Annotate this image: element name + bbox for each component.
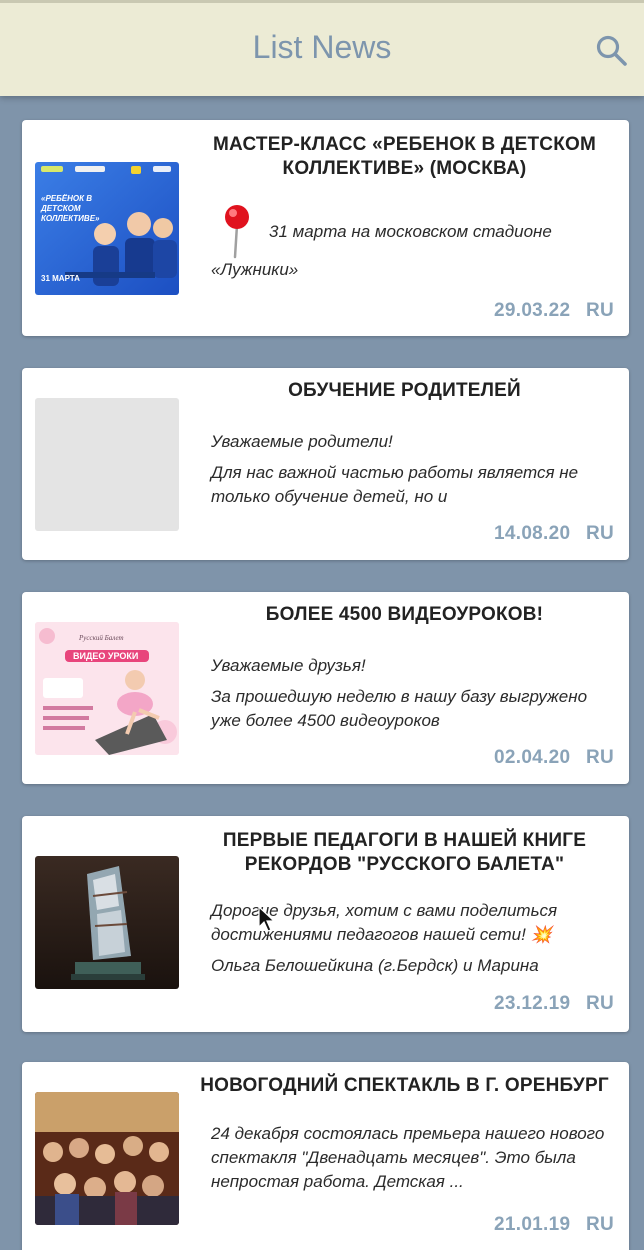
thumbnail-brand: Русский Балет <box>79 634 124 642</box>
news-excerpt: Уважаемые друзья! За прошедшую неделю в … <box>211 654 611 740</box>
news-excerpt: Уважаемые родители! Для нас важной часть… <box>211 430 611 516</box>
news-thumbnail <box>35 856 179 989</box>
search-button[interactable] <box>594 33 630 69</box>
news-language: RU <box>585 747 614 768</box>
news-date: 21.01.19 <box>494 1214 571 1235</box>
news-title: БОЛЕЕ 4500 ВИДЕОУРОКОВ! <box>265 604 544 625</box>
news-excerpt: 31 марта на московском стадионе <box>269 222 552 241</box>
news-language: RU <box>585 523 614 544</box>
news-title: МАСТЕР-КЛАСС «РЕБЕНОК В ДЕТСКОМ КОЛЛЕКТИ… <box>212 134 597 179</box>
news-card[interactable]: НОВОГОДНИЙ СПЕКТАКЛЬ В Г. ОРЕНБУРГ 24 де… <box>22 1062 629 1250</box>
page-title: List News <box>252 29 392 65</box>
news-greeting: Уважаемые друзья! <box>211 656 366 675</box>
news-language: RU <box>585 993 614 1014</box>
news-excerpt-continued: «Лужники» <box>211 260 299 279</box>
news-title: ПЕРВЫЕ ПЕДАГОГИ В НАШЕЙ КНИГЕ РЕКОРДОВ "… <box>222 830 587 875</box>
news-thumbnail: «РЕБЁНОК В ДЕТСКОМ КОЛЛЕКТИВЕ» 31 МАРТА <box>35 162 179 295</box>
news-meta: 14.08.20 RU <box>494 523 614 545</box>
news-language: RU <box>585 300 614 321</box>
thumbnail-caption: ВИДЕО УРОКИ <box>73 651 139 661</box>
news-date: 14.08.20 <box>494 523 571 544</box>
news-card[interactable]: ПЕРВЫЕ ПЕДАГОГИ В НАШЕЙ КНИГЕ РЕКОРДОВ "… <box>22 816 629 1032</box>
thumbnail-caption: «РЕБЁНОК В ДЕТСКОМ КОЛЛЕКТИВЕ» <box>41 194 100 223</box>
news-date: 23.12.19 <box>494 993 571 1014</box>
news-date: 29.03.22 <box>494 300 571 321</box>
thumbnail-date: 31 МАРТА <box>41 274 80 283</box>
news-meta: 23.12.19 RU <box>494 993 614 1015</box>
news-body: Для нас важной частью работы является не… <box>211 463 579 506</box>
news-thumbnail: Русский Балет ВИДЕО УРОКИ <box>35 622 179 755</box>
news-card[interactable]: ОБУЧЕНИЕ РОДИТЕЛЕЙ Уважаемые родители! Д… <box>22 368 629 560</box>
news-meta: 29.03.22 RU <box>494 300 614 322</box>
news-body-continued: Ольга Белошейкина (г.Бердск) и Марина <box>211 956 539 975</box>
app-bar: List News <box>0 0 644 96</box>
news-excerpt: Дорогие друзья, хотим с вами поделиться … <box>211 899 611 985</box>
news-title: НОВОГОДНИЙ СПЕКТАКЛЬ В Г. ОРЕНБУРГ <box>200 1075 609 1096</box>
news-body: 24 декабря состоялась премьера нашего но… <box>211 1124 605 1191</box>
news-list[interactable]: «РЕБЁНОК В ДЕТСКОМ КОЛЛЕКТИВЕ» 31 МАРТА … <box>0 96 644 1250</box>
news-excerpt: 24 декабря состоялась премьера нашего но… <box>211 1122 611 1201</box>
news-language: RU <box>585 1214 614 1235</box>
news-thumbnail-placeholder <box>35 398 179 531</box>
news-meta: 21.01.19 RU <box>494 1214 614 1236</box>
news-card[interactable]: Русский Балет ВИДЕО УРОКИ БОЛЕЕ 4500 ВИД… <box>22 592 629 784</box>
search-icon <box>596 35 627 66</box>
news-meta: 02.04.20 RU <box>494 747 614 769</box>
news-card[interactable]: «РЕБЁНОК В ДЕТСКОМ КОЛЛЕКТИВЕ» 31 МАРТА … <box>22 120 629 336</box>
news-date: 02.04.20 <box>494 747 571 768</box>
news-thumbnail <box>35 1092 179 1225</box>
news-body: За прошедшую неделю в нашу базу выгружен… <box>211 687 588 730</box>
news-title: ОБУЧЕНИЕ РОДИТЕЛЕЙ <box>288 380 521 401</box>
news-body: Дорогие друзья, хотим с вами поделиться … <box>211 901 558 944</box>
news-greeting: Уважаемые родители! <box>211 432 393 451</box>
pushpin-icon <box>225 205 249 259</box>
